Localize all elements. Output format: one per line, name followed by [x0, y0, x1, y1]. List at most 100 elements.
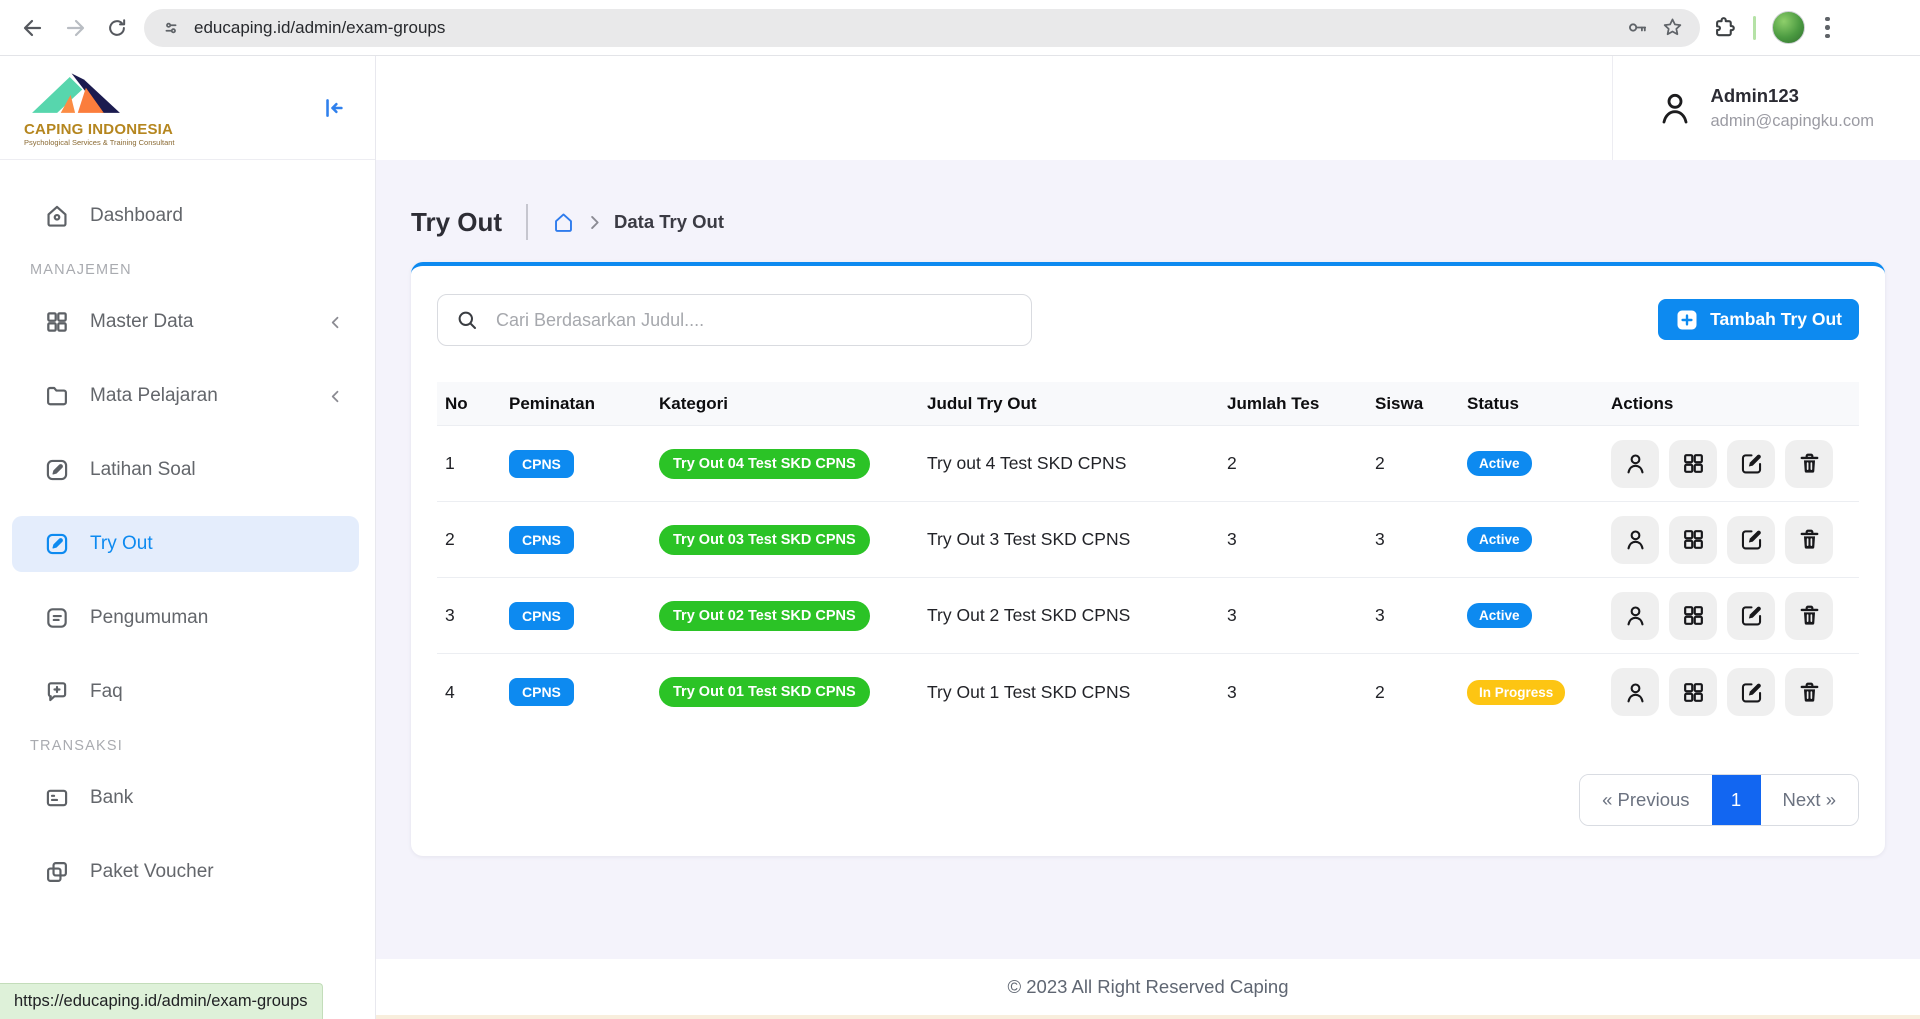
plus-icon — [1675, 308, 1699, 332]
url-bar[interactable]: educaping.id/admin/exam-groups — [144, 9, 1700, 47]
link-status-bar: https://educaping.id/admin/exam-groups — [0, 983, 323, 1019]
site-settings-icon[interactable] — [160, 17, 182, 39]
row-users-button[interactable] — [1611, 440, 1659, 488]
trash-icon — [1797, 680, 1822, 705]
toolbar-separator — [1753, 16, 1756, 40]
folder-icon — [44, 383, 70, 409]
table-row-3: 3 CPNS Try Out 02 Test SKD CPNSTry Out 2 T… — [437, 578, 1859, 654]
table-row-2: 2CPNSTry Out 03 Test SKD CPNSTry Out 3 T… — [437, 502, 1859, 578]
cell-no: 1 — [437, 453, 501, 474]
cell-jumlah-tes: 2 — [1219, 453, 1367, 474]
cell-actions — [1603, 440, 1859, 488]
grid-icon — [1681, 527, 1706, 552]
sidebar-item-label: Bank — [90, 787, 345, 809]
cell-kategori: Try Out 02 Test SKD CPNS — [651, 601, 919, 631]
cell-judul: Try Out 2 Test SKD CPNS — [919, 605, 1219, 626]
profile-avatar[interactable] — [1772, 11, 1805, 44]
cell-status: In Progress — [1459, 680, 1603, 705]
copy-icon — [44, 859, 70, 885]
person-icon — [1623, 451, 1648, 476]
grid-icon — [1681, 680, 1706, 705]
sidebar-item-label: Latihan Soal — [90, 459, 345, 481]
breadcrumb-current: Data Try Out — [614, 211, 724, 233]
tryout-table: NoPeminatanKategoriJudul Try OutJumlah T… — [437, 382, 1859, 730]
kategori-badge: Try Out 04 Test SKD CPNS — [659, 449, 870, 479]
status-badge: Active — [1467, 603, 1532, 628]
search-input[interactable] — [437, 294, 1032, 346]
row-users-button[interactable] — [1611, 516, 1659, 564]
trash-icon — [1797, 451, 1822, 476]
row-delete-button[interactable] — [1785, 440, 1833, 488]
caping-logo-mark — [24, 68, 128, 120]
cell-actions — [1603, 668, 1859, 716]
sidebar-section-transaksi: TRANSAKSI — [30, 738, 375, 754]
sidebar-item-mata-pelajaran[interactable]: Mata Pelajaran — [12, 368, 359, 424]
cell-kategori: Try Out 03 Test SKD CPNS — [651, 525, 919, 555]
sidebar-item-faq[interactable]: Faq — [12, 664, 359, 720]
add-tryout-button[interactable]: Tambah Try Out — [1658, 299, 1859, 340]
add-tryout-label: Tambah Try Out — [1710, 309, 1842, 330]
sidebar-item-label: Try Out — [90, 533, 345, 555]
peminatan-badge: CPNS — [509, 678, 574, 706]
pagination: « Previous 1 Next » — [1579, 774, 1859, 826]
sidebar-collapse-icon[interactable] — [319, 94, 347, 122]
pagination-page-1[interactable]: 1 — [1712, 775, 1761, 825]
row-edit-button[interactable] — [1727, 516, 1775, 564]
cell-jumlah-tes: 3 — [1219, 605, 1367, 626]
sidebar-item-paket-voucher[interactable]: Paket Voucher — [12, 844, 359, 900]
row-modules-button[interactable] — [1669, 668, 1717, 716]
row-modules-button[interactable] — [1669, 592, 1717, 640]
row-users-button[interactable] — [1611, 592, 1659, 640]
status-badge: Active — [1467, 451, 1532, 476]
password-key-icon[interactable] — [1626, 16, 1649, 39]
grid-icon — [44, 309, 70, 335]
sidebar-item-dashboard[interactable]: Dashboard — [12, 188, 359, 244]
cell-status: Active — [1459, 451, 1603, 476]
breadcrumb-home-icon[interactable] — [552, 211, 575, 234]
status-badge: In Progress — [1467, 680, 1565, 705]
cell-siswa: 3 — [1367, 605, 1459, 626]
forward-icon[interactable] — [54, 7, 96, 49]
sidebar-item-master-data[interactable]: Master Data — [12, 294, 359, 350]
row-edit-button[interactable] — [1727, 440, 1775, 488]
trash-icon — [1797, 603, 1822, 628]
sidebar-item-bank[interactable]: Bank — [12, 770, 359, 826]
bank-card-icon — [44, 785, 70, 811]
back-icon[interactable] — [12, 7, 54, 49]
peminatan-badge: CPNS — [509, 450, 574, 478]
home-icon — [44, 203, 70, 229]
chrome-menu-icon[interactable] — [1821, 13, 1834, 43]
row-modules-button[interactable] — [1669, 440, 1717, 488]
grid-icon — [1681, 451, 1706, 476]
peminatan-badge: CPNS — [509, 602, 574, 630]
extensions-icon[interactable] — [1712, 15, 1737, 40]
sidebar-item-label: Mata Pelajaran — [90, 385, 326, 407]
col-header-peminatan: Peminatan — [501, 394, 651, 414]
sidebar-item-latihan-soal[interactable]: Latihan Soal — [12, 442, 359, 498]
main-content: Try Out Data Try Out — [376, 160, 1920, 959]
row-edit-button[interactable] — [1727, 592, 1775, 640]
cell-peminatan: CPNS — [501, 678, 651, 706]
cell-siswa: 2 — [1367, 682, 1459, 703]
bottom-strip — [376, 1015, 1920, 1019]
chrome-right-cluster — [1712, 11, 1840, 44]
col-header-kategori: Kategori — [651, 394, 919, 414]
sidebar-item-try-out[interactable]: Try Out — [12, 516, 359, 572]
topbar: Admin123 admin@capingku.com — [376, 56, 1920, 160]
row-delete-button[interactable] — [1785, 592, 1833, 640]
row-modules-button[interactable] — [1669, 516, 1717, 564]
row-delete-button[interactable] — [1785, 668, 1833, 716]
reload-icon[interactable] — [96, 7, 138, 49]
row-users-button[interactable] — [1611, 668, 1659, 716]
sidebar-item-label: Dashboard — [90, 205, 345, 227]
pagination-previous[interactable]: « Previous — [1580, 775, 1711, 825]
bookmark-star-icon[interactable] — [1661, 16, 1684, 39]
row-delete-button[interactable] — [1785, 516, 1833, 564]
row-edit-button[interactable] — [1727, 668, 1775, 716]
sidebar-nav: DashboardMANAJEMENMaster DataMata Pelaja… — [0, 160, 375, 1019]
pagination-next[interactable]: Next » — [1761, 775, 1858, 825]
sidebar-item-label: Paket Voucher — [90, 861, 345, 883]
brand-name: CAPING INDONESIA — [24, 122, 175, 137]
user-menu[interactable]: Admin123 admin@capingku.com — [1612, 56, 1920, 160]
sidebar-item-pengumuman[interactable]: Pengumuman — [12, 590, 359, 646]
